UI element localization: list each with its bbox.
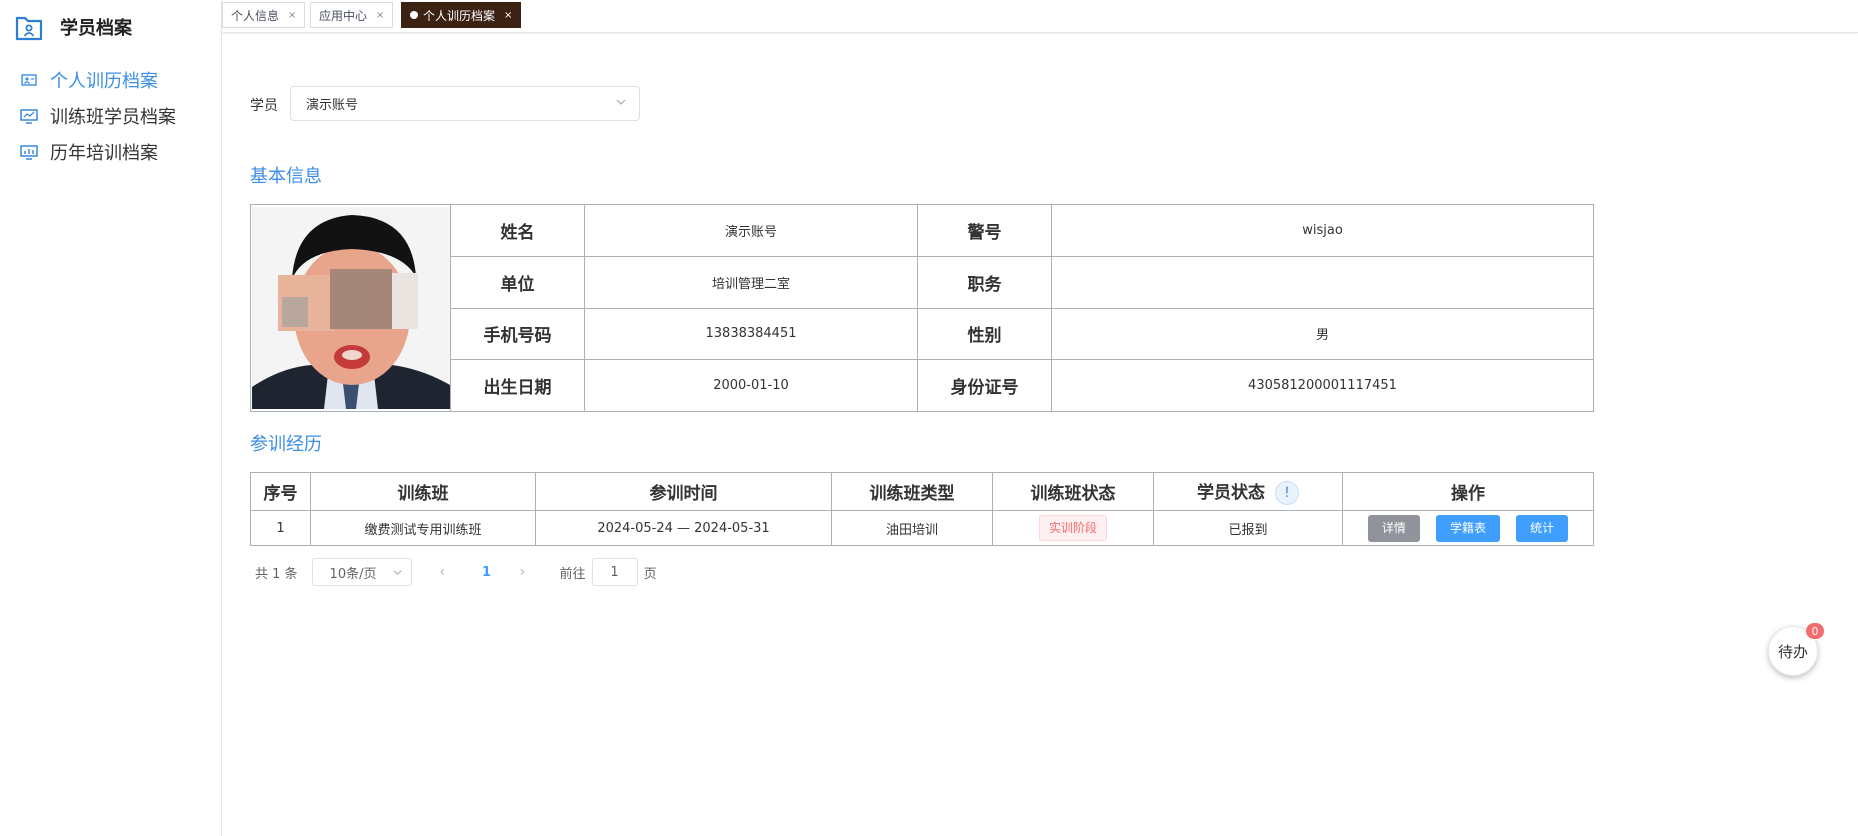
- column-header: 训练班状态: [992, 472, 1154, 511]
- sidebar-item-class-student-record[interactable]: 训练班学员档案: [0, 98, 221, 134]
- tab-personal-training-record[interactable]: 个人训历档案 ×: [401, 2, 522, 28]
- tab-personal-info[interactable]: 个人信息 ×: [222, 2, 306, 28]
- close-icon[interactable]: ×: [504, 10, 512, 21]
- sidebar-menu: 个人训历档案 训练班学员档案 历年培训档案: [0, 62, 221, 170]
- class-type: 油田培训: [831, 510, 993, 546]
- student-status: 已报到: [1153, 510, 1343, 546]
- student-select-value: 演示账号: [306, 98, 359, 113]
- sidebar-item-label: 训练班学员档案: [50, 107, 176, 128]
- field-value: 男: [1051, 307, 1594, 361]
- table-row: 1 缴费测试专用训练班 2024-05-24 — 2024-05-31 油田培训…: [250, 510, 1594, 546]
- archive-folder-icon: [15, 16, 43, 41]
- tab-label: 个人训历档案: [423, 8, 496, 23]
- next-page-button[interactable]: ›: [520, 564, 534, 580]
- chevron-down-icon: [392, 570, 402, 576]
- class-name: 缴费测试专用训练班: [310, 510, 536, 546]
- row-index: 1: [250, 510, 311, 546]
- goto-page-input[interactable]: [591, 558, 638, 586]
- page-size-value: 10条/页: [329, 566, 377, 582]
- table-row: 出生日期 2000-01-10 身份证号 430581200001117451: [251, 359, 1594, 412]
- page-number-current[interactable]: 1: [480, 565, 494, 580]
- field-value: 13838384451: [584, 307, 918, 361]
- monitor-chart-icon: [20, 109, 38, 124]
- table-header-row: 序号 训练班 参训时间 训练班类型 训练班状态 学员状态 ! 操作: [250, 472, 1594, 511]
- field-value: 430581200001117451: [1051, 359, 1594, 412]
- column-header-student-status: 学员状态 !: [1153, 472, 1343, 511]
- actions-cell: 详情 学籍表 统计: [1342, 510, 1594, 546]
- todo-count-badge: 0: [1805, 622, 1825, 640]
- pagination-total: 共 1 条: [255, 566, 298, 582]
- tab-label: 个人信息: [231, 8, 280, 23]
- sidebar: 学员档案 个人训历档案 训练班学员档案 历年培训档案: [0, 0, 222, 836]
- id-card-icon: [21, 74, 37, 86]
- field-value: [1051, 255, 1594, 309]
- sidebar-header: 学员档案: [14, 10, 132, 44]
- field-label: 单位: [450, 255, 585, 309]
- status-badge: 实训阶段: [1038, 515, 1107, 541]
- todo-label: 待办: [1777, 642, 1808, 661]
- field-label: 警号: [917, 204, 1052, 257]
- column-header: 训练班: [310, 472, 536, 511]
- training-period: 2024-05-24 — 2024-05-31: [535, 510, 832, 546]
- student-select[interactable]: 演示账号: [290, 86, 640, 121]
- statistics-button[interactable]: 统计: [1516, 514, 1569, 542]
- field-label: 姓名: [450, 204, 585, 257]
- prev-page-button[interactable]: ‹: [440, 564, 454, 580]
- basic-info-table: 姓名 演示账号 警号 wisjao 单位 培训管理二室 职务 手机号码 1383…: [250, 204, 1594, 412]
- field-label: 性别: [917, 307, 1052, 361]
- pagination: 共 1 条 10条/页 ‹ 1 › 前往 页: [255, 558, 657, 586]
- training-history-title: 参训经历: [250, 434, 322, 455]
- training-history-table: 序号 训练班 参训时间 训练班类型 训练班状态 学员状态 ! 操作 1 缴费测试…: [250, 472, 1594, 546]
- field-label: 职务: [917, 255, 1052, 309]
- chevron-down-icon: [616, 99, 626, 105]
- column-header-label: 学员状态: [1197, 483, 1266, 503]
- sidebar-item-label: 个人训历档案: [50, 71, 158, 92]
- tab-bar: 个人信息 × 应用中心 × 个人训历档案 ×: [222, 0, 1858, 33]
- student-photo: [251, 207, 450, 409]
- goto-label: 前往: [559, 566, 586, 582]
- column-header: 参训时间: [535, 472, 832, 511]
- class-status-cell: 实训阶段: [992, 510, 1154, 546]
- goto-suffix: 页: [643, 566, 657, 582]
- close-icon[interactable]: ×: [376, 10, 384, 21]
- student-filter-label: 学员: [250, 98, 278, 114]
- field-label: 手机号码: [450, 307, 585, 361]
- info-icon[interactable]: !: [1274, 481, 1299, 505]
- photo-cell: [250, 204, 451, 412]
- field-label: 出生日期: [450, 359, 585, 412]
- tab-label: 应用中心: [319, 8, 368, 23]
- active-dot-icon: [410, 11, 418, 19]
- sidebar-title: 学员档案: [60, 18, 132, 39]
- field-value: 演示账号: [584, 204, 918, 257]
- column-header: 训练班类型: [831, 472, 993, 511]
- sidebar-item-personal-record[interactable]: 个人训历档案: [0, 62, 221, 98]
- field-value: 培训管理二室: [584, 255, 918, 309]
- field-value: wisjao: [1051, 204, 1594, 257]
- table-row: 单位 培训管理二室 职务: [251, 255, 1594, 309]
- field-label: 身份证号: [917, 359, 1052, 412]
- tab-app-center[interactable]: 应用中心 ×: [310, 2, 394, 28]
- enrollment-form-button[interactable]: 学籍表: [1435, 514, 1500, 542]
- monitor-chart-icon: [20, 145, 38, 160]
- basic-info-title: 基本信息: [250, 166, 322, 187]
- sidebar-item-annual-training-record[interactable]: 历年培训档案: [0, 134, 221, 170]
- table-row: 姓名 演示账号 警号 wisjao: [250, 204, 1594, 412]
- table-row: 手机号码 13838384451 性别 男: [251, 307, 1594, 361]
- column-header: 操作: [1342, 472, 1594, 511]
- page-size-select[interactable]: 10条/页: [311, 558, 412, 586]
- details-button[interactable]: 详情: [1367, 514, 1420, 542]
- column-header: 序号: [250, 472, 311, 511]
- sidebar-item-label: 历年培训档案: [50, 143, 158, 164]
- close-icon[interactable]: ×: [288, 10, 296, 21]
- field-value: 2000-01-10: [584, 359, 918, 412]
